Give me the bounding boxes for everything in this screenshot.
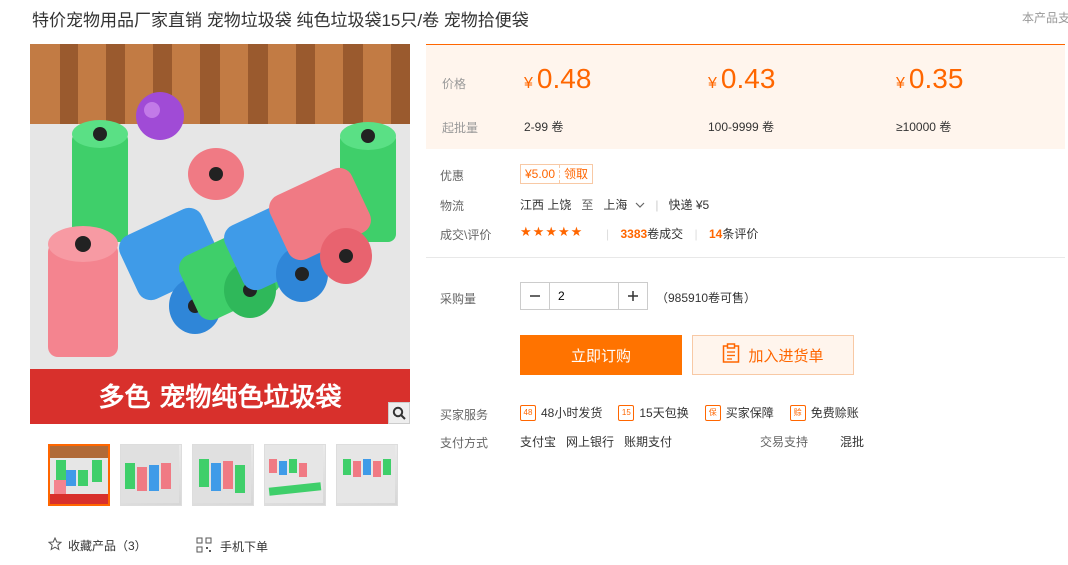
banner-text: 多色 宠物纯色垃圾袋 [98, 382, 342, 413]
increase-button[interactable] [619, 283, 647, 309]
price-panel: 价格 起批量 ¥0.48 ¥0.43 ¥0.35 2-99 卷 100-9999… [426, 44, 1065, 149]
to-word: 至 [581, 198, 594, 212]
coupon[interactable]: ¥5.00 领取 [520, 164, 594, 184]
service-item[interactable]: 保买家保障 [704, 404, 774, 421]
range-tier-2: 100-9999 卷 [708, 120, 775, 134]
zoom-button[interactable] [388, 402, 410, 424]
qr-code-icon [196, 537, 212, 556]
add-to-cart-label: 加入进货单 [748, 347, 824, 365]
deal-suffix: 卷成交 [647, 227, 684, 241]
plus-icon [628, 291, 638, 301]
quantity-stepper [520, 282, 648, 310]
payment-label: 支付方式 [440, 436, 489, 450]
destination-value: 上海 [603, 198, 628, 212]
deal-count[interactable]: 3383 [620, 227, 647, 241]
review-count[interactable]: 14 [709, 227, 722, 241]
chevron-down-icon [635, 198, 645, 212]
trade-support-label: 交易支持 [760, 435, 809, 449]
service-item[interactable]: 15 15天包换 [618, 404, 689, 421]
price-tier-2: ¥0.43 [708, 63, 776, 94]
destination-select[interactable]: 上海 [603, 196, 645, 213]
service-item[interactable]: 48 48小时发货 [520, 404, 602, 421]
star-icon: ★ [570, 224, 584, 239]
price-tier-3: ¥0.35 [896, 63, 964, 94]
service-list: 48 48小时发货 15 15天包换 保买家保障 赊免费赊账 [520, 404, 859, 421]
star-icon: ★ [532, 224, 546, 239]
thumbnail-strip [48, 444, 398, 506]
15day-exchange-icon: 15 [618, 404, 635, 421]
divider: | [694, 227, 698, 241]
trade-support-value: 混批 [840, 435, 865, 449]
thumbnail-1[interactable] [48, 444, 110, 506]
services-label: 买家服务 [440, 408, 489, 422]
range-tier-1: 2-99 卷 [524, 120, 564, 134]
mobile-order-label: 手机下单 [220, 540, 269, 554]
logistics-info: 江西 上饶 至 上海 | 快递 ¥5 [520, 196, 709, 213]
section-divider [426, 257, 1065, 258]
minus-icon [530, 295, 540, 297]
review-suffix: 条评价 [722, 227, 759, 241]
magnifier-icon [392, 406, 406, 420]
add-to-cart-button[interactable]: 加入进货单 [692, 335, 854, 375]
product-photo: 多色 宠物纯色垃圾袋 [30, 44, 410, 424]
credit-icon: 赊 [789, 404, 806, 421]
deal-stats: | 3383卷成交 | 14条评价 [606, 225, 758, 242]
buy-now-button[interactable]: 立即订购 [520, 335, 682, 375]
star-icon: ★ [557, 224, 571, 239]
payment-method[interactable]: 账期支付 [624, 433, 672, 450]
thumbnail-2[interactable] [120, 444, 182, 506]
star-outline-icon [47, 536, 63, 554]
divider: | [655, 197, 659, 212]
stock-available: （985910卷可售） [656, 291, 757, 305]
range-tier-3: ≥10000 卷 [896, 120, 952, 134]
star-icon: ★ [545, 224, 558, 239]
product-title: 特价宠物用品厂家直销 宠物垃圾袋 纯色垃圾袋15只/卷 宠物拾便袋 [32, 11, 529, 30]
mobile-order-button[interactable]: 手机下单 [196, 537, 268, 556]
48h-shipping-icon: 48 [520, 404, 536, 421]
thumbnail-3[interactable] [192, 444, 254, 506]
rating-stars[interactable]: ★★★★★ [520, 224, 583, 240]
quantity-input[interactable] [549, 283, 619, 309]
price-label: 价格 [442, 77, 467, 91]
clipboard-icon [722, 343, 740, 367]
thumbnail-5[interactable] [336, 444, 398, 506]
logistics-label: 物流 [440, 199, 465, 213]
price-tier-1: ¥0.48 [524, 63, 592, 94]
min-qty-label: 起批量 [442, 121, 479, 135]
payment-methods: 支付宝 网上银行 账期支付 [520, 433, 672, 450]
shield-icon: 保 [704, 404, 721, 421]
payment-method[interactable]: 支付宝 [520, 433, 556, 450]
decrease-button[interactable] [521, 283, 549, 309]
coupon-claim[interactable]: 领取 [559, 165, 592, 183]
product-notice: 本产品支 [1022, 11, 1068, 25]
favorite-label: 收藏产品（3） [68, 539, 147, 553]
reviews-label: 成交\评价 [440, 228, 492, 242]
divider: | [606, 227, 610, 241]
main-product-image[interactable]: 多色 宠物纯色垃圾袋 [30, 44, 410, 424]
shipping-fee: 快递 ¥5 [668, 198, 710, 212]
service-item[interactable]: 赊免费赊账 [789, 404, 859, 421]
favorite-product-button[interactable]: 收藏产品（3） [47, 536, 147, 554]
payment-method[interactable]: 网上银行 [566, 433, 614, 450]
coupon-value: ¥5.00 [525, 167, 556, 181]
thumbnail-4[interactable] [264, 444, 326, 506]
quantity-label: 采购量 [440, 292, 477, 306]
star-icon: ★ [520, 224, 533, 239]
ship-from: 江西 上饶 [520, 198, 572, 212]
discount-label: 优惠 [440, 169, 465, 183]
